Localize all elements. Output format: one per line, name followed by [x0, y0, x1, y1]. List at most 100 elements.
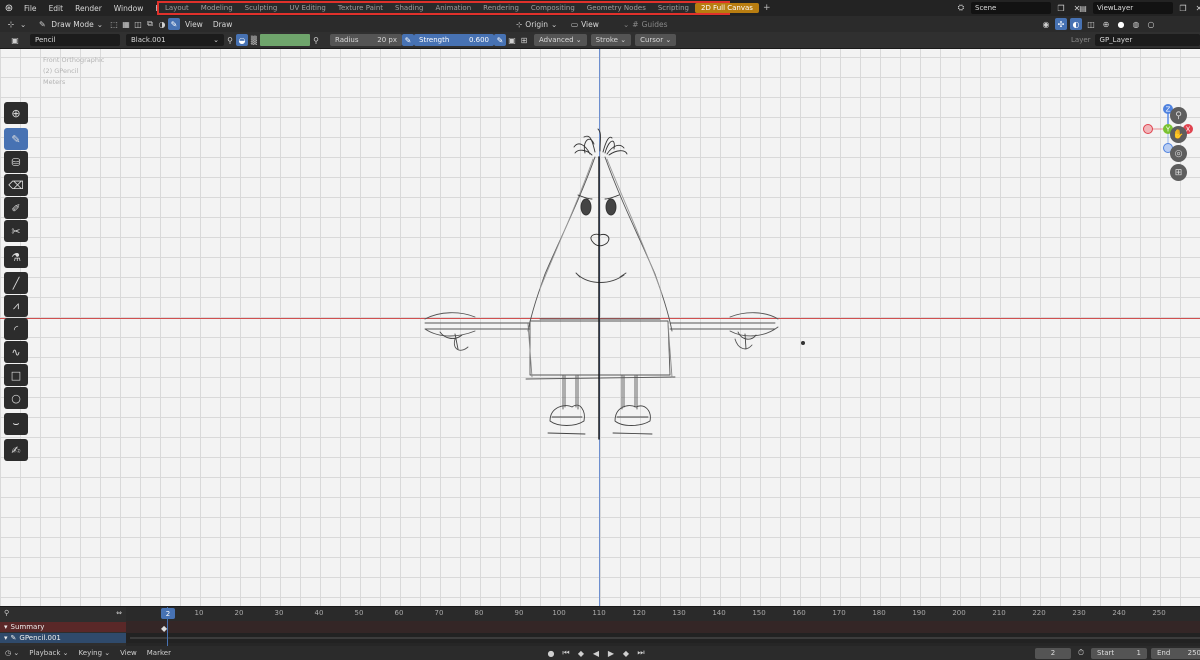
solid-shading-icon[interactable]: ●	[1115, 18, 1127, 30]
delete-view-layer-icon[interactable]: ✕	[1193, 2, 1200, 14]
curve-tool[interactable]: ∿	[4, 341, 28, 363]
view-plane-label[interactable]: View	[581, 20, 599, 29]
erase-tool[interactable]: ⌫	[4, 174, 28, 196]
autolock-icon[interactable]: ⧉	[144, 18, 156, 30]
3d-viewport[interactable]: Front Orthographic (2) GPencil Meters ⊕ …	[0, 49, 1200, 606]
scene-icon[interactable]: ⛭	[955, 2, 967, 14]
visibility-icon[interactable]: ◉	[1040, 18, 1052, 30]
interpolate-tool[interactable]: ⌣	[4, 413, 28, 435]
curve-edit-icon[interactable]: ◫	[132, 18, 144, 30]
brush-preview-icon[interactable]: ▣	[0, 36, 30, 45]
pin-icon[interactable]: ⚲	[224, 34, 236, 46]
play-icon[interactable]: ▶	[605, 647, 617, 659]
tab-scripting[interactable]: Scripting	[652, 3, 695, 13]
current-frame-field[interactable]: 2	[1035, 647, 1071, 659]
tab-layout[interactable]: Layout	[159, 3, 195, 13]
summary-channel[interactable]: ▾ Summary	[0, 622, 126, 632]
next-keyframe-icon[interactable]: ◆	[620, 647, 632, 659]
stroke-dropdown[interactable]: Stroke ⌄	[590, 34, 632, 46]
tab-animation[interactable]: Animation	[429, 3, 477, 13]
ortho-grid-icon[interactable]: ⊞	[1170, 164, 1187, 181]
strength-curve-icon[interactable]: ⊞	[518, 34, 530, 46]
jump-start-icon[interactable]: ⏮	[560, 647, 572, 659]
cursor-dropdown[interactable]: Cursor ⌄	[635, 34, 677, 46]
view-menu[interactable]: View	[115, 649, 142, 657]
marker-menu[interactable]: Marker	[142, 649, 176, 657]
brush-toggle-icon[interactable]: ✎	[168, 18, 181, 30]
view-plane-dropdown[interactable]: ▭ View	[566, 20, 604, 29]
tab-uv-editing[interactable]: UV Editing	[283, 3, 332, 13]
cursor-tool[interactable]: ⊕	[4, 102, 28, 124]
record-icon[interactable]: ●	[545, 647, 557, 659]
draw-tool[interactable]: ✎	[4, 128, 28, 150]
editor-type-dropdown[interactable]: ⊹ ⌄	[0, 18, 31, 30]
tab-modeling[interactable]: Modeling	[195, 3, 239, 13]
menu-render[interactable]: Render	[69, 4, 108, 13]
zoom-icon[interactable]: ⚲	[1170, 107, 1187, 124]
camera-icon[interactable]: ◎	[1170, 145, 1187, 162]
strength-pressure-icon[interactable]: ✎	[494, 34, 506, 46]
swap-icon[interactable]: ⇔	[116, 609, 122, 617]
summary-track[interactable]	[126, 621, 1200, 633]
search-icon[interactable]: ⚲	[4, 609, 9, 617]
editor-type-icon[interactable]: ◷ ⌄	[0, 649, 24, 657]
stopwatch-icon[interactable]: ⏱	[1075, 647, 1087, 659]
origin-dropdown[interactable]: ⊹ Origin ⌄	[511, 20, 562, 29]
radius-pressure-icon[interactable]: ✎	[402, 34, 414, 46]
eyedropper-tool[interactable]: ⚗	[4, 246, 28, 268]
tab-shading[interactable]: Shading	[389, 3, 429, 13]
multiframe-icon[interactable]: ▦	[120, 18, 132, 30]
scene-field[interactable]: Scene	[971, 2, 1051, 14]
view-layer-icon[interactable]: ▤	[1077, 2, 1089, 14]
advanced-dropdown[interactable]: Advanced ⌄	[534, 34, 587, 46]
arc-tool[interactable]: ◜	[4, 318, 28, 340]
menu-view[interactable]: View	[180, 20, 208, 29]
stroke-settings-icon[interactable]: ▣	[506, 34, 518, 46]
tab-rendering[interactable]: Rendering	[477, 3, 525, 13]
playhead-frame[interactable]: 2	[161, 608, 175, 619]
play-reverse-icon[interactable]: ◀	[590, 647, 602, 659]
line-tool[interactable]: ╱	[4, 272, 28, 294]
tab-sculpting[interactable]: Sculpting	[239, 3, 284, 13]
wireframe-shading-icon[interactable]: ⊕	[1100, 18, 1112, 30]
new-view-layer-icon[interactable]: ❐	[1177, 2, 1189, 14]
pan-hand-icon[interactable]: ✋	[1170, 126, 1187, 143]
onion-icon[interactable]: ◑	[156, 18, 168, 30]
gpencil-track[interactable]	[126, 633, 1200, 643]
xray-icon[interactable]: ◫	[1085, 18, 1097, 30]
rendered-shading-icon[interactable]: ○	[1145, 18, 1157, 30]
tint-tool[interactable]: ✐	[4, 197, 28, 219]
tab-texture-paint[interactable]: Texture Paint	[332, 3, 389, 13]
polyline-tool[interactable]: ⩘	[4, 295, 28, 317]
menu-draw[interactable]: Draw	[208, 20, 238, 29]
guides-toggle[interactable]: ⌄ # Guides	[618, 20, 673, 29]
material-shading-icon[interactable]: ◍	[1130, 18, 1142, 30]
menu-file[interactable]: File	[18, 4, 43, 13]
mode-dropdown[interactable]: ✎ Draw Mode ⌄	[31, 18, 108, 30]
strength-field[interactable]: Strength 0.600	[414, 34, 494, 46]
blender-logo-icon[interactable]: ⊛	[0, 3, 18, 14]
color-swatch[interactable]	[260, 34, 310, 46]
brush-selector[interactable]: Pencil	[30, 34, 120, 46]
material-selector[interactable]: Black.001 ⌄	[126, 34, 224, 46]
tab-geometry-nodes[interactable]: Geometry Nodes	[581, 3, 652, 13]
fill-tool[interactable]: ⛁	[4, 151, 28, 173]
radius-field[interactable]: Radius 20 px	[330, 34, 402, 46]
menu-edit[interactable]: Edit	[43, 4, 70, 13]
gizmo-toggle-icon[interactable]: ✣	[1055, 18, 1067, 30]
jump-end-icon[interactable]: ⏭	[635, 647, 647, 659]
gpencil-channel[interactable]: ▾ ✎ GPencil.001	[0, 633, 126, 643]
annotate-tool[interactable]: ✍	[4, 439, 28, 461]
cutter-tool[interactable]: ✂	[4, 220, 28, 242]
tab-compositing[interactable]: Compositing	[525, 3, 581, 13]
color-pin-icon[interactable]: ⚲	[310, 34, 322, 46]
view-layer-field[interactable]: ViewLayer	[1093, 2, 1173, 14]
material-mode-icon[interactable]: ◒	[236, 34, 248, 46]
playback-menu[interactable]: Playback ⌄	[24, 649, 73, 657]
add-workspace-button[interactable]: +	[759, 3, 775, 13]
tab-2d-full-canvas[interactable]: 2D Full Canvas	[694, 3, 759, 13]
prev-keyframe-icon[interactable]: ◆	[575, 647, 587, 659]
overlay-toggle-icon[interactable]: ◐	[1070, 18, 1082, 30]
vertex-color-icon[interactable]: ▒	[248, 34, 260, 46]
circle-tool[interactable]: ○	[4, 387, 28, 409]
